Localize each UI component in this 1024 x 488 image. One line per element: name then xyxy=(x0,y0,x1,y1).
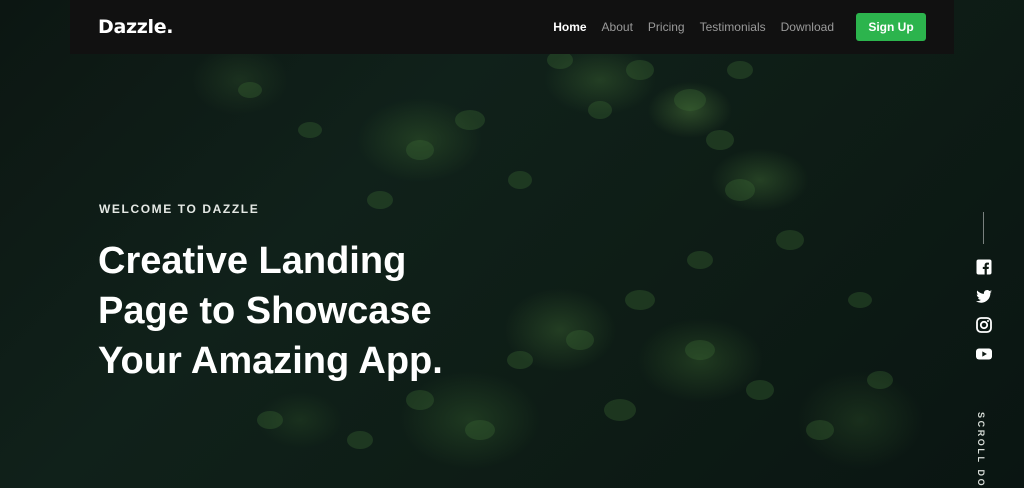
nav-link-testimonials[interactable]: Testimonials xyxy=(700,20,766,34)
nav-link-about[interactable]: About xyxy=(602,20,633,34)
youtube-icon[interactable] xyxy=(976,346,992,362)
twitter-icon[interactable] xyxy=(976,288,992,304)
instagram-icon[interactable] xyxy=(976,317,992,333)
headline-line: Your Amazing App. xyxy=(98,340,443,382)
hero-headline: Creative Landing Page to Showcase Your A… xyxy=(98,236,578,386)
sign-up-button[interactable]: Sign Up xyxy=(856,13,926,41)
headline-line: Creative Landing xyxy=(98,240,407,282)
nav-links: Home About Pricing Testimonials Download… xyxy=(538,13,926,41)
facebook-icon[interactable] xyxy=(976,259,992,275)
brand-logo[interactable]: Dazzle. xyxy=(98,16,174,38)
rail-divider xyxy=(983,212,984,244)
nav-link-download[interactable]: Download xyxy=(781,20,834,34)
top-navbar: Dazzle. Home About Pricing Testimonials … xyxy=(70,0,954,54)
hero-eyebrow: WELCOME TO DAZZLE xyxy=(99,202,260,216)
nav-link-home[interactable]: Home xyxy=(553,20,586,34)
headline-line: Page to Showcase xyxy=(98,290,432,332)
scroll-down-indicator[interactable]: SCROLL DO xyxy=(976,412,986,488)
landing-page: Dazzle. Home About Pricing Testimonials … xyxy=(0,0,1024,488)
nav-link-pricing[interactable]: Pricing xyxy=(648,20,685,34)
